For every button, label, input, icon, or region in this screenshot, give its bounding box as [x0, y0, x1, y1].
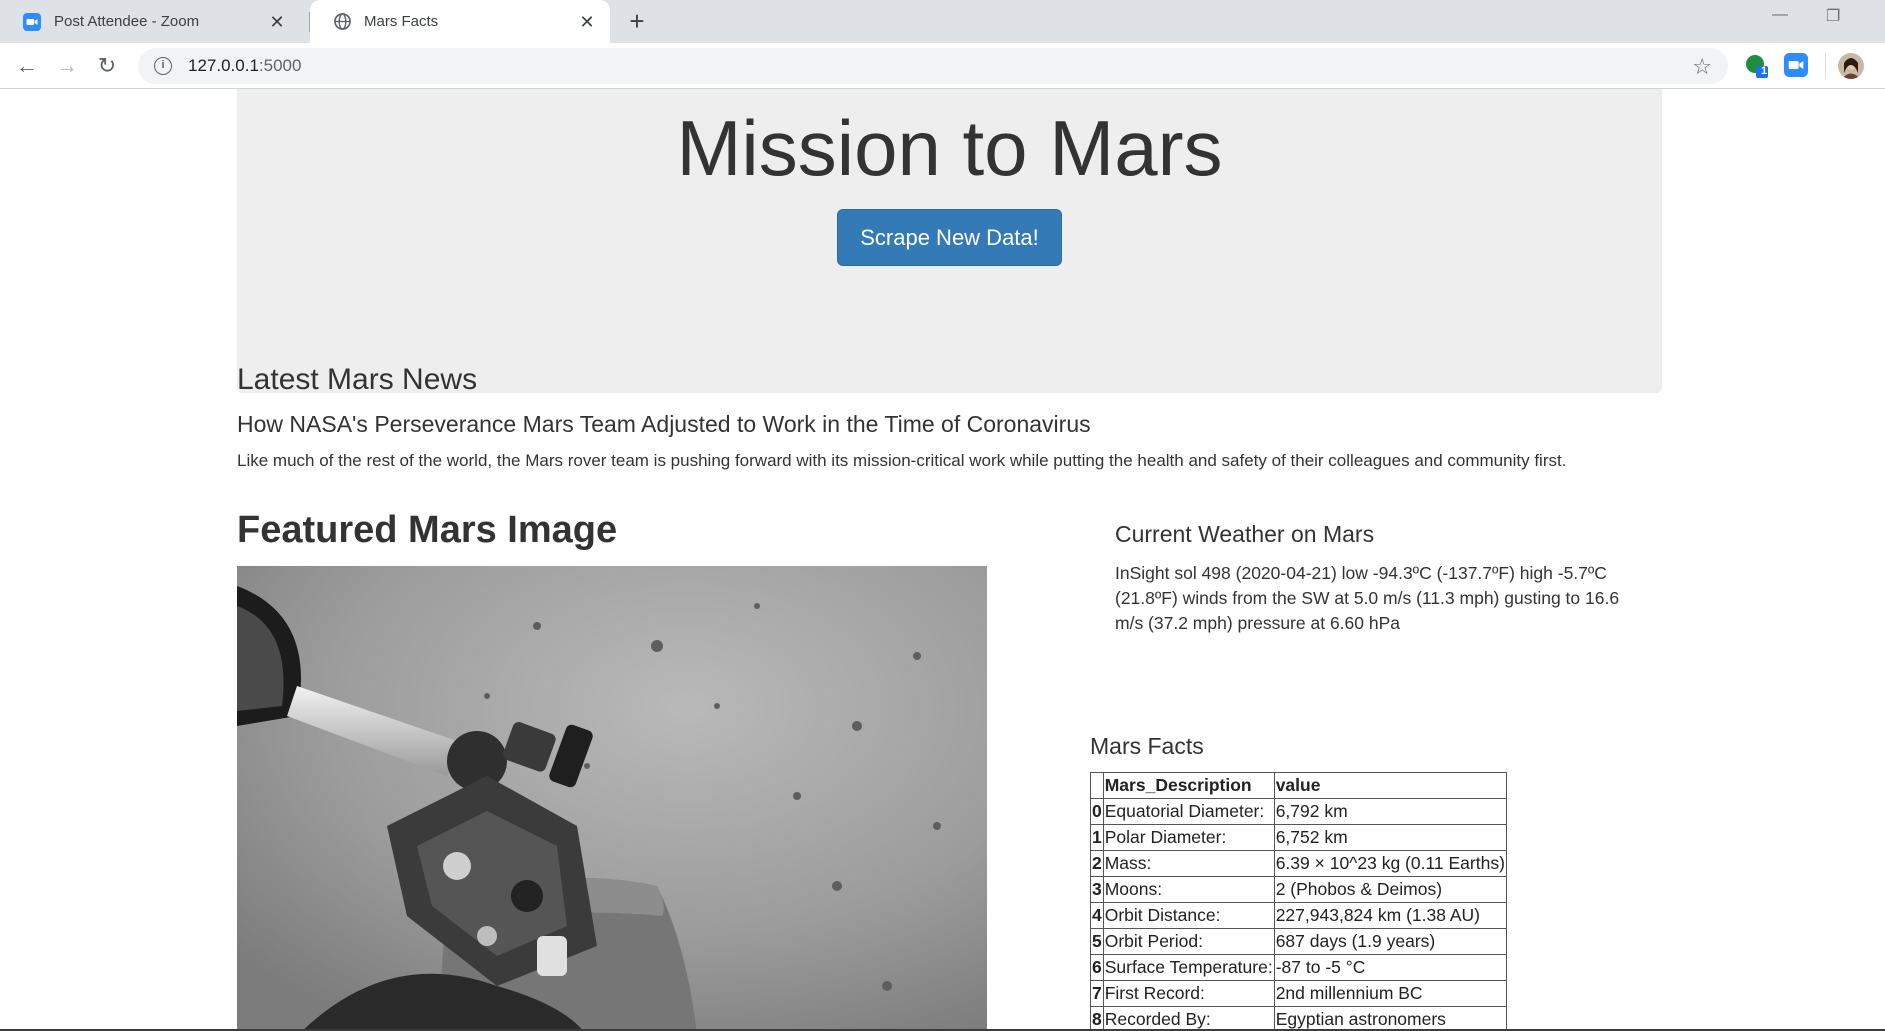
row-index: 7 [1090, 980, 1104, 1007]
bookmark-star-icon[interactable]: ☆ [1692, 54, 1712, 80]
fact-value: 6.39 × 10^23 kg (0.11 Earths) [1273, 850, 1507, 877]
scrape-button[interactable]: Scrape New Data! [837, 209, 1062, 266]
tab-title: Mars Facts [364, 13, 439, 30]
zoom-icon [22, 12, 42, 32]
featured-mars-image [237, 566, 987, 1031]
toolbar-divider [1825, 53, 1826, 79]
extension-badge: 1 [1761, 65, 1768, 77]
row-index: 5 [1090, 928, 1104, 955]
close-icon[interactable]: ✕ [576, 11, 598, 33]
column-header: Mars_Description [1102, 772, 1275, 799]
table-row: 8 Recorded By: Egyptian astronomers [1090, 1006, 1507, 1031]
fact-description: Surface Temperature: [1102, 954, 1275, 981]
table-row: 7 First Record: 2nd millennium BC [1090, 980, 1507, 1007]
browser-toolbar: ← → ↻ i 127.0.0.1:5000 ☆ 1 ⋮ [0, 43, 1885, 89]
featured-image-heading: Featured Mars Image [237, 509, 618, 551]
url-host: 127.0.0.1 [188, 56, 259, 75]
row-index: 6 [1090, 954, 1104, 981]
new-tab-icon[interactable]: + [620, 5, 654, 39]
table-body: 0 Equatorial Diameter: 6,792 km 1 Polar Diam… [1090, 798, 1507, 1031]
mars-facts-table: Mars_Description value 0 Equatorial Diame… [1090, 772, 1507, 1031]
fact-description: Equatorial Diameter: [1102, 798, 1275, 825]
fact-value: 227,943,824 km (1.38 AU) [1273, 902, 1507, 929]
fact-value: 6,752 km [1273, 824, 1507, 851]
table-row: 2 Mass: 6.39 × 10^23 kg (0.11 Earths) [1090, 850, 1507, 877]
fact-value: 2 (Phobos & Deimos) [1273, 876, 1507, 903]
row-index: 2 [1090, 850, 1104, 877]
fact-description: First Record: [1102, 980, 1275, 1007]
row-index: 8 [1090, 1006, 1104, 1031]
menu-icon[interactable]: ⋮ [1878, 57, 1885, 77]
fact-description: Polar Diameter: [1102, 824, 1275, 851]
fact-value: 6,792 km [1273, 798, 1507, 825]
fact-value: 2nd millennium BC [1273, 980, 1507, 1007]
weather-text: InSight sol 498 (2020-04-21) low -94.3ºC… [1115, 563, 1620, 633]
news-paragraph: Like much of the rest of the world, the … [237, 451, 1567, 470]
close-icon[interactable]: ✕ [266, 11, 288, 33]
minimize-icon[interactable]: — [1772, 6, 1788, 24]
fact-description: Mass: [1102, 850, 1275, 877]
table-header-row: Mars_Description value [1090, 772, 1507, 799]
row-index: 0 [1090, 798, 1104, 825]
row-index: 1 [1090, 824, 1104, 851]
weather-heading: Current Weather on Mars [1115, 521, 1375, 547]
restore-icon[interactable]: ❐ [1826, 6, 1840, 26]
url-port: :5000 [258, 56, 302, 75]
extension-green-icon[interactable]: 1 [1744, 53, 1770, 79]
forward-icon[interactable]: → [52, 51, 82, 81]
row-index: 4 [1090, 902, 1104, 929]
fact-value: 687 days (1.9 years) [1273, 928, 1507, 955]
row-index: 3 [1090, 876, 1104, 903]
index-header [1090, 772, 1104, 799]
avatar[interactable] [1838, 53, 1864, 79]
fact-description: Orbit Distance: [1102, 902, 1275, 929]
fact-value: -87 to -5 °C [1273, 954, 1507, 981]
info-icon[interactable]: i [154, 57, 172, 75]
table-row: 6 Surface Temperature: -87 to -5 °C [1090, 954, 1507, 981]
table-row: 1 Polar Diameter: 6,752 km [1090, 824, 1507, 851]
address-bar[interactable]: i 127.0.0.1:5000 ☆ [138, 48, 1728, 84]
fact-description: Recorded By: [1102, 1006, 1275, 1031]
jumbotron: Mission to Mars Scrape New Data! [237, 89, 1662, 393]
reload-icon[interactable]: ↻ [92, 51, 122, 81]
tab-title: Post Attendee - Zoom [54, 13, 200, 30]
page-viewport: Mission to Mars Scrape New Data! Latest … [0, 89, 1885, 1031]
fact-description: Orbit Period: [1102, 928, 1275, 955]
news-heading: Latest Mars News [237, 363, 478, 396]
fact-description: Moons: [1102, 876, 1275, 903]
table-row: 5 Orbit Period: 687 days (1.9 years) [1090, 928, 1507, 955]
column-header: value [1273, 772, 1507, 799]
zoom-extension-icon[interactable] [1784, 53, 1810, 79]
tab-zoom[interactable]: Post Attendee - Zoom ✕ [0, 0, 300, 43]
facts-heading: Mars Facts [1090, 733, 1204, 759]
fact-value: Egyptian astronomers [1273, 1006, 1507, 1031]
tab-mars-facts[interactable]: Mars Facts ✕ [310, 0, 610, 43]
table-row: 0 Equatorial Diameter: 6,792 km [1090, 798, 1507, 825]
globe-icon [332, 12, 352, 32]
news-title: How NASA's Perseverance Mars Team Adjust… [237, 411, 1091, 437]
table-row: 4 Orbit Distance: 227,943,824 km (1.38 AU) [1090, 902, 1507, 929]
page-title: Mission to Mars [676, 104, 1223, 192]
browser-tabstrip: Post Attendee - Zoom ✕ Mars Facts ✕ + — … [0, 0, 1885, 43]
table-row: 3 Moons: 2 (Phobos & Deimos) [1090, 876, 1507, 903]
back-icon[interactable]: ← [12, 51, 42, 81]
